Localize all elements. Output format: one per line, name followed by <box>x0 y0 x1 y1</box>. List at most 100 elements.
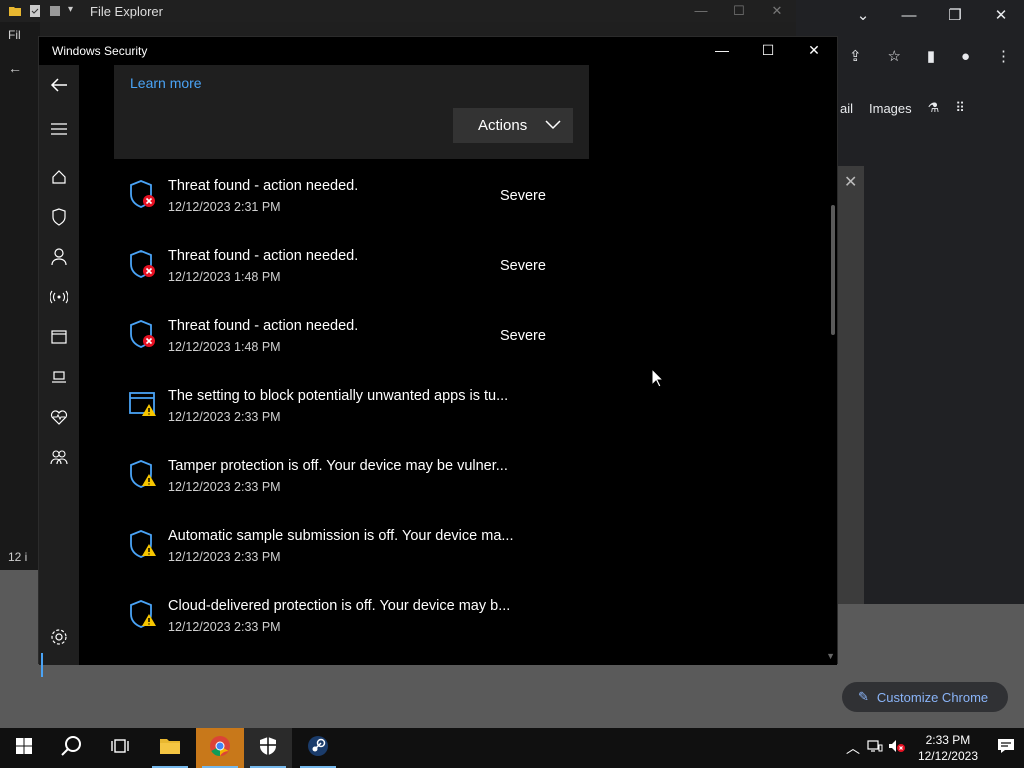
folder-icon <box>159 737 181 760</box>
menu-kebab-icon[interactable]: ⋮ <box>996 47 1011 65</box>
threat-time: 12/12/2023 1:48 PM <box>168 340 281 354</box>
shield-icon <box>259 736 277 761</box>
virus-protection-shield-icon[interactable] <box>39 201 79 233</box>
labs-flask-icon[interactable]: ⚗ <box>928 100 940 116</box>
threat-time: 12/12/2023 2:31 PM <box>168 200 281 214</box>
search-button[interactable] <box>48 728 96 768</box>
actions-label: Actions <box>478 117 528 134</box>
items-count: 12 i <box>8 550 28 564</box>
fe-close-button[interactable]: ✕ <box>758 0 796 22</box>
shield-warning-icon <box>129 529 157 559</box>
system-tray: ︿ 2:33 PM 12/12/2023 <box>842 728 1024 768</box>
ws-maximize-button[interactable]: ☐ <box>745 37 791 65</box>
threat-title: Threat found - action needed. <box>168 178 359 194</box>
folder-icon <box>8 4 22 18</box>
ws-minimize-button[interactable]: — <box>699 37 745 65</box>
pencil-icon: ✎ <box>858 689 869 704</box>
device-security-laptop-icon[interactable] <box>39 361 79 393</box>
recommendation-row[interactable]: The setting to block potentially unwante… <box>129 383 569 433</box>
gmail-link[interactable]: ail <box>840 101 853 116</box>
threat-row[interactable]: Threat found - action needed. 12/12/2023… <box>129 243 569 293</box>
app-browser-control-icon[interactable] <box>39 321 79 353</box>
scrollbar-thumb[interactable] <box>831 205 835 335</box>
taskbar: ︿ 2:33 PM 12/12/2023 <box>0 728 1024 768</box>
threat-severity: Severe <box>500 188 546 204</box>
firewall-network-icon[interactable] <box>39 281 79 313</box>
back-arrow-icon[interactable] <box>39 69 79 101</box>
recommendation-time: 12/12/2023 2:33 PM <box>168 410 281 424</box>
recommendation-time: 12/12/2023 2:33 PM <box>168 550 281 564</box>
steam-icon <box>307 735 329 762</box>
scroll-down-arrow-icon[interactable]: ▼ <box>826 651 835 661</box>
clock-date: 12/12/2023 <box>917 749 978 763</box>
device-health-heart-icon[interactable] <box>39 401 79 433</box>
clock-time: 2:33 PM <box>925 733 971 747</box>
share-icon[interactable]: ⇪ <box>849 47 862 65</box>
chrome-icon <box>209 735 231 762</box>
threat-time: 12/12/2023 1:48 PM <box>168 270 281 284</box>
close-panel-icon[interactable]: ✕ <box>844 172 857 192</box>
shield-red-x-icon <box>129 249 157 279</box>
clock[interactable]: 2:33 PM 12/12/2023 <box>918 732 978 764</box>
recommendation-row[interactable]: Tamper protection is off. Your device ma… <box>129 453 569 503</box>
network-icon[interactable] <box>864 739 886 758</box>
chevron-up-icon[interactable]: ︿ <box>842 738 864 758</box>
threat-row[interactable]: Threat found - action needed. 12/12/2023… <box>129 173 569 223</box>
threat-row[interactable]: Threat found - action needed. 12/12/2023… <box>129 313 569 363</box>
properties-icon[interactable] <box>28 4 42 18</box>
shield-warning-icon <box>129 599 157 629</box>
bookmark-star-icon[interactable]: ☆ <box>887 47 900 65</box>
task-view-button[interactable] <box>96 728 144 768</box>
settings-gear-icon[interactable] <box>39 621 79 653</box>
file-explorer-title: File Explorer <box>90 3 163 19</box>
ws-close-button[interactable]: ✕ <box>791 37 837 65</box>
chrome-close-button[interactable]: ✕ <box>978 6 1024 24</box>
file-explorer-sidebar: Fil ← 12 i <box>0 22 40 570</box>
chrome-minimize-button[interactable]: — <box>886 7 932 24</box>
home-icon[interactable] <box>39 161 79 193</box>
notifications-icon[interactable] <box>988 738 1024 759</box>
taskbar-windows-security[interactable] <box>244 728 292 768</box>
actions-card: Learn more Actions <box>114 65 589 159</box>
task-view-icon <box>110 738 130 759</box>
customize-quick-access-icon[interactable]: ▾ <box>68 4 82 18</box>
back-arrow-icon[interactable]: ← <box>8 60 30 76</box>
recommendation-title: Automatic sample submission is off. Your… <box>168 528 514 544</box>
tab-search-icon[interactable]: ⌄ <box>840 6 886 24</box>
threat-title: Threat found - action needed. <box>168 318 359 334</box>
ws-title: Windows Security <box>52 44 148 58</box>
windows-logo-icon <box>16 737 32 759</box>
recommendation-row[interactable]: Automatic sample submission is off. Your… <box>129 523 569 573</box>
file-explorer-titlebar[interactable]: ▾ File Explorer <box>0 0 796 22</box>
images-link[interactable]: Images <box>869 101 912 116</box>
family-options-icon[interactable] <box>39 441 79 473</box>
mouse-cursor-icon <box>651 367 665 393</box>
recommendation-row[interactable]: Cloud-delivered protection is off. Your … <box>129 593 569 643</box>
chrome-restore-button[interactable]: ❐ <box>932 6 978 24</box>
profile-icon[interactable]: ● <box>961 48 970 65</box>
recommendation-title: The setting to block potentially unwante… <box>168 388 509 404</box>
account-person-icon[interactable] <box>39 241 79 273</box>
search-icon <box>61 735 83 762</box>
taskbar-steam[interactable] <box>294 728 342 768</box>
hamburger-menu-icon[interactable] <box>39 113 79 145</box>
taskbar-file-explorer[interactable] <box>146 728 194 768</box>
fe-maximize-button[interactable]: ☐ <box>720 0 758 22</box>
file-tab[interactable]: Fil <box>8 28 30 42</box>
chevron-down-icon <box>545 116 561 136</box>
apps-grid-icon[interactable]: ⠿ <box>955 100 965 116</box>
learn-more-link[interactable]: Learn more <box>130 75 202 91</box>
fe-minimize-button[interactable]: — <box>682 0 720 22</box>
actions-dropdown-button[interactable]: Actions <box>453 108 573 143</box>
new-folder-icon[interactable] <box>48 4 62 18</box>
chrome-side-panel: ✕ <box>838 166 864 604</box>
windows-security-window[interactable]: Windows Security — ☐ ✕ Learn more Action… <box>38 36 838 677</box>
side-panel-icon[interactable]: ▮ <box>927 47 935 65</box>
taskbar-chrome[interactable] <box>196 728 244 768</box>
threat-severity: Severe <box>500 328 546 344</box>
volume-muted-icon[interactable] <box>886 739 908 758</box>
shield-warning-icon <box>129 459 157 489</box>
customize-chrome-button[interactable]: ✎ Customize Chrome <box>842 682 1008 712</box>
start-button[interactable] <box>0 728 48 768</box>
shield-red-x-icon <box>129 179 157 209</box>
